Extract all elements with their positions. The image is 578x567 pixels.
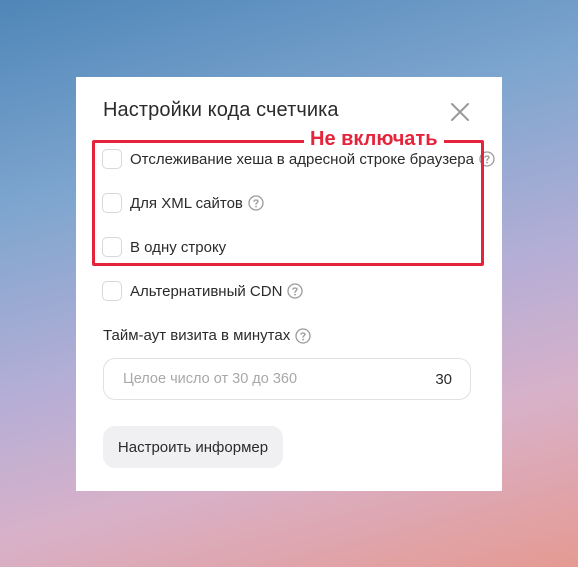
option-alternative-cdn[interactable]: Альтернативный CDN: [102, 281, 304, 301]
single-line-checkbox[interactable]: [102, 237, 122, 257]
option-hash-tracking[interactable]: Отслеживание хеша в адресной строке брау…: [102, 149, 495, 169]
timeout-value: 30: [435, 370, 452, 388]
help-icon[interactable]: [248, 195, 264, 211]
help-icon[interactable]: [479, 151, 495, 167]
help-icon[interactable]: [287, 283, 304, 299]
option-xml-sites[interactable]: Для XML сайтов: [102, 193, 264, 213]
option-single-line[interactable]: В одну строку: [102, 237, 226, 257]
alternative-cdn-checkbox[interactable]: [102, 281, 122, 301]
single-line-label: В одну строку: [130, 238, 227, 256]
configure-informer-button[interactable]: Настроить информер: [103, 426, 283, 468]
timeout-placeholder: Целое число от 30 до 360: [123, 371, 298, 387]
dialog-title: Настройки кода счетчика: [103, 99, 339, 121]
close-icon[interactable]: [449, 101, 471, 123]
hash-tracking-checkbox[interactable]: [102, 149, 122, 169]
hash-tracking-label: Отслеживание хеша в адресной строке брау…: [130, 150, 474, 168]
timeout-label: Тайм-аут визита в минутах: [103, 327, 291, 344]
timeout-section: Тайм-аут визита в минутах: [103, 327, 311, 344]
timeout-input[interactable]: Целое число от 30 до 360 30: [103, 358, 471, 400]
alternative-cdn-label: Альтернативный CDN: [130, 282, 283, 300]
help-icon[interactable]: [295, 327, 311, 344]
xml-sites-checkbox[interactable]: [102, 193, 122, 213]
xml-sites-label: Для XML сайтов: [130, 194, 243, 212]
annotation-label: Не включать: [304, 126, 444, 152]
